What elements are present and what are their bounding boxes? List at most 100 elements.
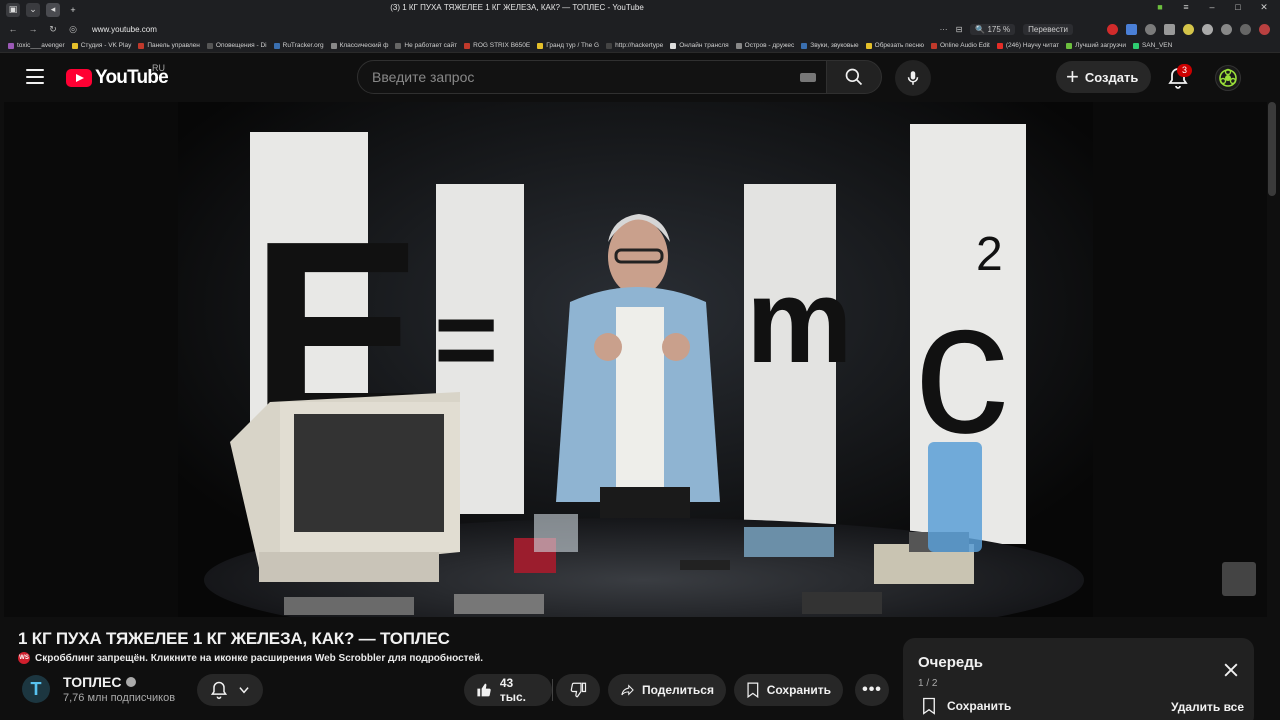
bookmark-item[interactable]: SAN_VEN (1132, 42, 1173, 49)
mini-player-avatar[interactable] (1222, 562, 1256, 596)
extension-yellow-icon[interactable] (1183, 23, 1194, 35)
chevron-down-icon (239, 687, 249, 694)
bookmark-label: Студия - VK Play (80, 42, 132, 49)
channel-name[interactable]: ТОПЛЕС (63, 674, 137, 690)
close-queue-icon[interactable] (1221, 660, 1241, 680)
bookmark-save-icon (923, 697, 935, 715)
letter-2: 2 (976, 228, 1003, 281)
bookmark-label: Не работает сайт (404, 42, 458, 49)
bookmark-label: Лучший загрузчи (1075, 42, 1126, 49)
bookmark-item[interactable]: Online Audio Edit (931, 42, 990, 49)
bookmark-item[interactable]: ROG STRIX B650E (464, 42, 530, 49)
search-button[interactable] (826, 60, 882, 94)
share-button[interactable]: Поделиться (608, 674, 726, 706)
bookmark-label: Остров - дружес (744, 42, 795, 49)
page-scrollbar[interactable] (1268, 102, 1276, 196)
bell-icon (210, 681, 228, 700)
forward-arrow-icon[interactable]: → (28, 24, 38, 34)
dislike-button[interactable] (556, 674, 600, 706)
account-avatar[interactable] (1215, 65, 1241, 91)
subscription-bell-button[interactable] (197, 674, 263, 706)
extension-shield-icon[interactable] (1164, 23, 1175, 35)
more-actions-button[interactable]: ••• (855, 674, 889, 706)
bookmark-item[interactable]: Студия - VK Play (71, 42, 132, 49)
search-box (357, 60, 827, 94)
save-label: Сохранить (766, 683, 831, 697)
more-dots-icon[interactable]: ··· (940, 25, 948, 34)
bookmark-label: Обрезать песню (874, 42, 924, 49)
toolbar-right: ··· ⊟ 🔍 175 % Перевести (940, 19, 1270, 39)
reload-icon[interactable]: ↻ (48, 24, 58, 35)
bookmark-item[interactable]: Остров - дружес (735, 42, 795, 49)
scrobbler-notice: WS Скробблинг запрещён. Кликните на икон… (18, 652, 483, 664)
bookmark-item[interactable]: toxic___avenger (8, 42, 65, 49)
extensions-icon[interactable]: ■ (1154, 2, 1166, 13)
verified-badge-icon (126, 677, 137, 687)
keyboard-icon[interactable] (800, 73, 816, 82)
profile-icon[interactable] (1259, 23, 1270, 35)
bookmark-item[interactable]: Панель управлен (138, 42, 200, 49)
minimize-button[interactable]: – (1206, 2, 1218, 13)
channel-avatar[interactable]: T (22, 675, 50, 703)
extension-gray-icon[interactable] (1145, 23, 1156, 35)
crt-monitor (230, 392, 460, 582)
youtube-header: YouTube RU + Создать 3 (0, 54, 1280, 102)
create-button[interactable]: + Создать (1056, 61, 1152, 93)
back-arrow-icon[interactable]: ← (8, 24, 18, 34)
bookmark-item[interactable]: Звуки, звуковые (801, 42, 859, 49)
bookmark-item[interactable]: Онлайн трансля (670, 42, 729, 49)
letter-m: m (746, 254, 853, 388)
bookmark-label: toxic___avenger (17, 42, 65, 49)
bookmark-save-icon (747, 682, 759, 699)
bookmark-label: Онлайн трансля (679, 42, 729, 49)
bookmark-label: Классический ф (339, 42, 389, 49)
bookmark-icon[interactable]: ⊟ (956, 25, 963, 34)
web-scrobbler-icon: WS (18, 652, 30, 664)
bookmark-item[interactable]: RuTracker.org (273, 42, 324, 49)
like-divider (552, 679, 553, 701)
translate-button[interactable]: Перевести (1023, 23, 1073, 35)
voice-search-button[interactable] (895, 60, 931, 96)
zoom-value: 175 % (987, 24, 1011, 34)
bookmark-item[interactable]: http://hackertype (606, 42, 663, 49)
like-button[interactable]: 43 тыс. (464, 674, 552, 706)
plus-icon: + (1066, 64, 1079, 89)
bookmark-item[interactable]: Обрезать песню (865, 42, 924, 49)
queue-save-button[interactable]: Сохранить (921, 697, 1011, 715)
extension-puzzle-icon[interactable] (1240, 23, 1251, 35)
bookmark-label: SAN_VEN (1141, 42, 1173, 49)
address-bar[interactable]: www.youtube.com (92, 25, 157, 34)
bookmark-item[interactable]: Не работает сайт (395, 42, 457, 49)
bookmark-item[interactable]: Лучший загрузчи (1066, 42, 1126, 49)
subscriber-count: 7,76 млн подписчиков (63, 692, 176, 704)
hamburger-menu-icon[interactable] (26, 69, 44, 84)
microphone-icon (907, 71, 919, 85)
menu-icon[interactable]: ≡ (1180, 2, 1192, 13)
maximize-button[interactable]: □ (1232, 2, 1244, 13)
bookmarks-bar: toxic___avenger Студия - VK Play Панель … (0, 39, 1280, 53)
letter-equals: = (434, 278, 498, 401)
more-dots-icon: ••• (862, 681, 882, 698)
extension-blue-icon[interactable] (1126, 23, 1137, 35)
search-input[interactable] (372, 69, 792, 85)
extension-red-icon[interactable] (1107, 23, 1118, 35)
queue-clear-button[interactable]: Удалить все (1171, 700, 1244, 714)
video-player[interactable]: E = m c 2 (4, 102, 1267, 617)
share-arrow-icon (621, 684, 634, 696)
bookmark-label: RuTracker.org (282, 42, 324, 49)
close-window-button[interactable]: ✕ (1258, 2, 1270, 13)
window-controls: ■ ≡ – □ ✕ (1154, 2, 1270, 13)
bookmark-item[interactable]: (246) Научу читат (996, 42, 1059, 49)
bookmark-item[interactable]: Оповещения - Di (206, 42, 267, 49)
extension-lightbulb-icon[interactable] (1202, 23, 1213, 35)
zoom-level[interactable]: 🔍 175 % (970, 23, 1016, 35)
biohazard-avatar-icon (1219, 68, 1237, 87)
bookmark-item[interactable]: Гранд тур / The G (537, 42, 599, 49)
tab-title: (3) 1 КГ ПУХА ТЯЖЕЛЕЕ 1 КГ ЖЕЛЕЗА, КАК? … (390, 3, 644, 12)
bookmark-item[interactable]: Классический ф (330, 42, 389, 49)
save-button[interactable]: Сохранить (734, 674, 843, 706)
search-icon (845, 68, 863, 86)
extension-play-icon[interactable] (1221, 23, 1232, 35)
video-frame: E = m c 2 (4, 102, 1267, 617)
site-info-icon[interactable]: ◎ (68, 24, 78, 35)
